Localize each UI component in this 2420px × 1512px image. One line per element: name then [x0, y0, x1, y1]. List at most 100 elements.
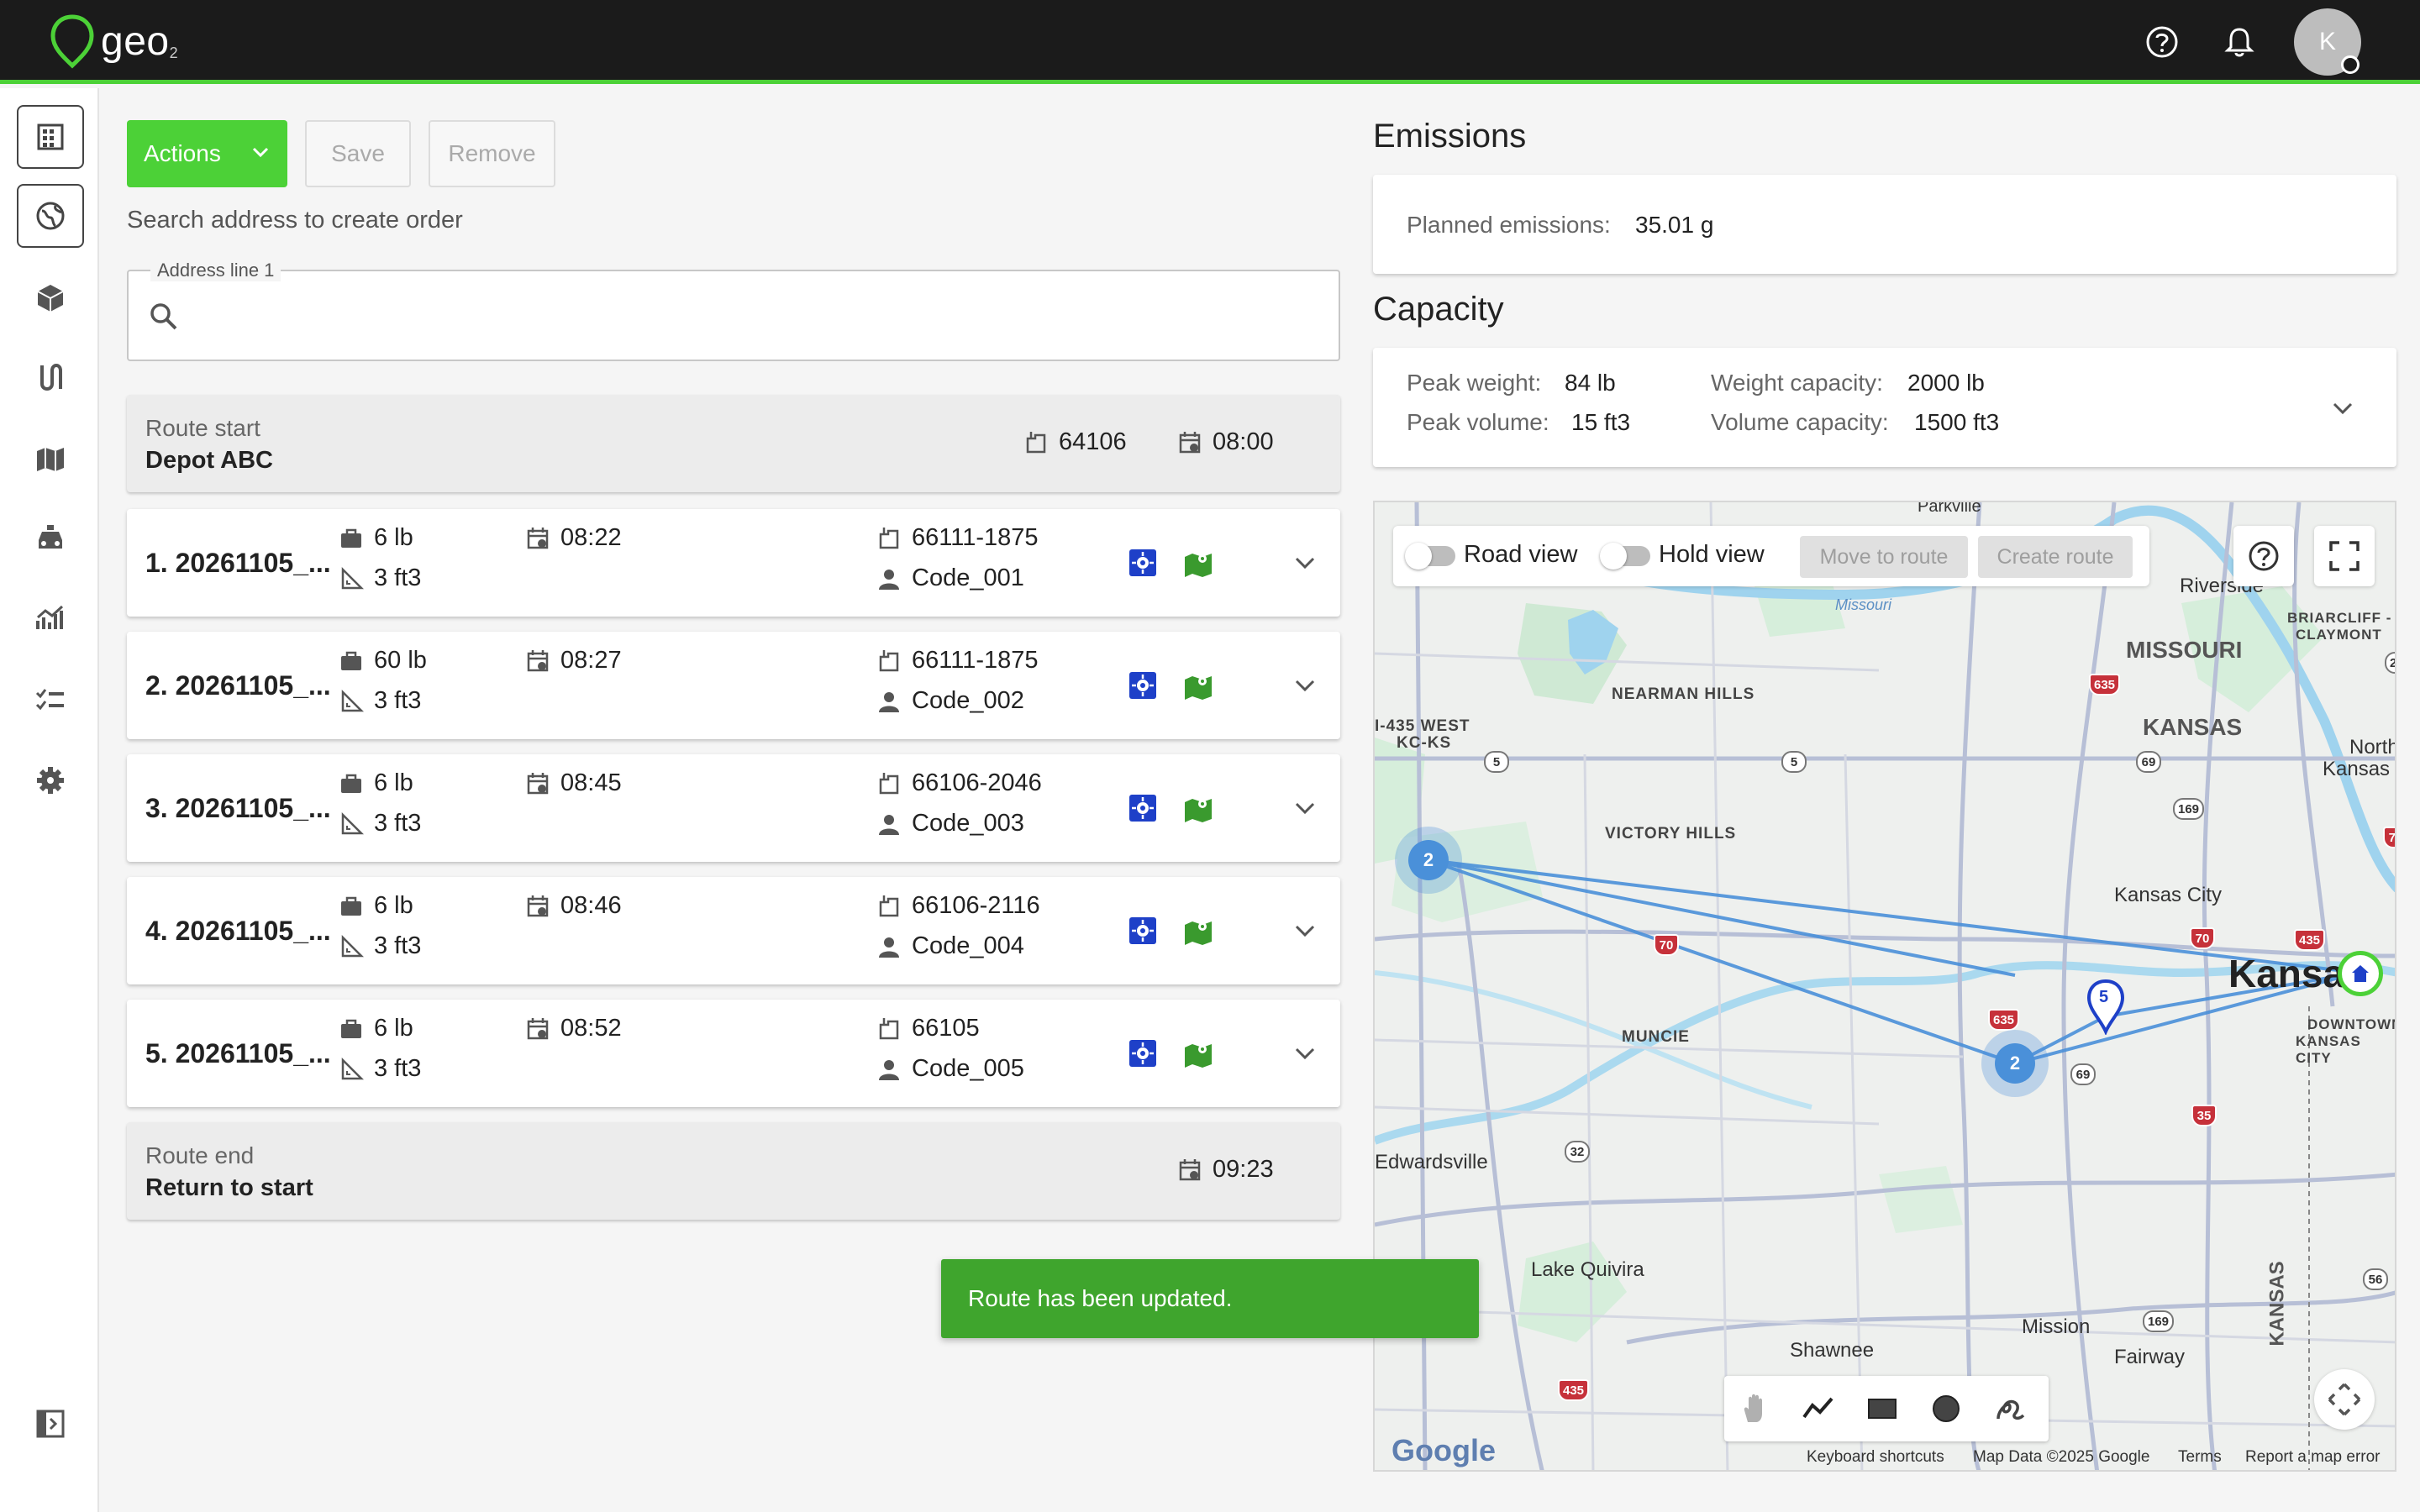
chevron-down-icon[interactable]: [1290, 793, 1320, 823]
road-view-label: Road view: [1464, 541, 1578, 568]
stop-time: 08:45: [525, 769, 622, 797]
person-icon: [879, 814, 899, 835]
freehand-draw-icon[interactable]: [1993, 1392, 2027, 1425]
stop-zip: 66111-1875: [876, 524, 1039, 552]
locate-order-icon[interactable]: [1127, 915, 1159, 947]
locate-order-icon[interactable]: [1127, 669, 1159, 701]
stop-title: 5. 20261105_...: [145, 1038, 331, 1068]
logo-sub: 2: [169, 44, 178, 61]
toast-message: Route has been updated.: [968, 1285, 1233, 1311]
polyline-draw-icon[interactable]: [1802, 1392, 1835, 1425]
map-help-button[interactable]: [2233, 526, 2294, 586]
pan-hand-icon[interactable]: [1738, 1392, 1771, 1425]
map-pin-icon[interactable]: [1182, 792, 1214, 824]
chevron-down-icon[interactable]: [1290, 1038, 1320, 1068]
highway-shield: 5: [1484, 751, 1509, 773]
sidebar-item-map[interactable]: [17, 426, 84, 490]
actions-button[interactable]: Actions: [127, 120, 287, 187]
sidebar-item-orders[interactable]: [17, 266, 84, 330]
chevron-down-icon[interactable]: [2328, 393, 2358, 423]
save-button[interactable]: Save: [305, 120, 411, 187]
address-input[interactable]: [196, 291, 1313, 339]
sidebar-collapse-button[interactable]: [17, 1392, 84, 1456]
route-start-card: Route start Depot ABC 64106 08:00: [127, 395, 1340, 492]
locate-order-icon[interactable]: [1127, 1037, 1159, 1069]
top-bar: geo 2 K: [0, 0, 2420, 84]
map-recenter-button[interactable]: [2314, 1369, 2375, 1430]
stop-card[interactable]: 3. 20261105_... 6 lb 3 ft3 08:45 66106-2…: [127, 754, 1340, 862]
chevron-down-icon[interactable]: [1290, 670, 1320, 701]
stop-weight-value: 6 lb: [374, 1015, 413, 1042]
stop-time: 08:46: [525, 892, 622, 920]
chevron-down-icon: [252, 147, 269, 158]
stop-code: Code_001: [876, 564, 1024, 592]
sidebar-item-vehicles[interactable]: [17, 507, 84, 570]
stop-time-value: 08:46: [560, 892, 622, 919]
cluster-marker-b[interactable]: 2: [1995, 1043, 2035, 1084]
hold-view-toggle[interactable]: [1600, 543, 1650, 570]
remove-button[interactable]: Remove: [429, 120, 555, 187]
stop-card[interactable]: 5. 20261105_... 6 lb 3 ft3 08:52 66105 C…: [127, 1000, 1340, 1107]
map-pin-icon[interactable]: [1182, 669, 1214, 701]
capacity-heading: Capacity: [1373, 291, 1504, 328]
map-label-kansas-city: Kansas City: [2114, 884, 2223, 906]
highway-shield: 169: [2143, 1310, 2175, 1332]
stop-card[interactable]: 1. 20261105_... 6 lb 3 ft3 08:22 66111-1…: [127, 509, 1340, 617]
logo-text: geo: [101, 18, 170, 64]
terms-link[interactable]: Terms: [2178, 1448, 2222, 1467]
move-to-route-button[interactable]: Move to route: [1800, 536, 1968, 578]
map-pin-icon[interactable]: [1182, 915, 1214, 947]
chevron-down-icon[interactable]: [1290, 916, 1320, 946]
highway-shield: 70: [1654, 934, 1679, 956]
highway-shield: 5: [1781, 751, 1807, 773]
building-icon: [37, 123, 64, 150]
stop-volume-value: 3 ft3: [374, 564, 422, 591]
stop-card[interactable]: 2. 20261105_... 60 lb 3 ft3 08:27 66111-…: [127, 632, 1340, 739]
locate-order-icon[interactable]: [1127, 547, 1159, 579]
chevron-down-icon[interactable]: [1290, 548, 1320, 578]
notification-bell-icon[interactable]: [2221, 24, 2258, 60]
map-pin-icon[interactable]: [1182, 547, 1214, 579]
hold-view-label: Hold view: [1659, 541, 1765, 568]
app-logo[interactable]: geo 2: [49, 12, 178, 71]
route-end-card: Route end Return to start 09:23: [127, 1122, 1340, 1220]
stop-zip-value: 66106-2116: [912, 892, 1040, 919]
planned-emissions-label: Planned emissions:: [1407, 212, 1611, 238]
keyboard-shortcuts-link[interactable]: Keyboard shortcuts: [1807, 1448, 1944, 1467]
map-label-north-kansas-2: Kansas: [2323, 758, 2391, 780]
map-label-lake-quivira: Lake Quivira: [1531, 1258, 1644, 1281]
calendar-clock-icon: [527, 649, 549, 671]
route-map[interactable]: Parkville Riverside BRIARCLIFF - CLAYMON…: [1373, 501, 2396, 1472]
ruler-triangle-icon: [341, 689, 364, 711]
sidebar-item-tasks[interactable]: [17, 668, 84, 732]
gear-icon: [37, 767, 64, 794]
sidebar-item-globe[interactable]: [17, 184, 84, 248]
rectangle-draw-icon[interactable]: [1865, 1392, 1899, 1425]
map-fullscreen-button[interactable]: [2314, 526, 2375, 586]
circle-draw-icon[interactable]: [1929, 1392, 1963, 1425]
address-field[interactable]: Address line 1: [127, 260, 1340, 361]
briefcase-icon: [341, 896, 361, 916]
highway-shield: 435: [1558, 1379, 1590, 1401]
stop-weight: 6 lb: [339, 524, 413, 552]
locate-order-icon[interactable]: [1127, 792, 1159, 824]
stop-card[interactable]: 4. 20261105_... 6 lb 3 ft3 08:46 66106-2…: [127, 877, 1340, 984]
map-label-edwardsville: Edwardsville: [1375, 1151, 1488, 1173]
create-route-button[interactable]: Create route: [1978, 536, 2133, 578]
stop-volume: 3 ft3: [339, 687, 421, 715]
capacity-panel[interactable]: Peak weight: 84 lb Peak volume: 15 ft3 W…: [1373, 348, 2396, 467]
help-icon[interactable]: [2144, 24, 2181, 60]
report-error-link[interactable]: Report a map error: [2245, 1448, 2381, 1467]
sidebar-item-settings[interactable]: [17, 748, 84, 812]
sidebar-item-company[interactable]: [17, 105, 84, 169]
stop-weight-value: 60 lb: [374, 647, 427, 674]
depot-marker[interactable]: [2338, 951, 2383, 996]
road-view-toggle[interactable]: [1405, 543, 1455, 570]
sidebar-item-analytics[interactable]: [17, 587, 84, 651]
route-start-time: 08:00: [1177, 428, 1274, 456]
cluster-marker-a[interactable]: 2: [1408, 840, 1449, 880]
map-pin-icon[interactable]: [1182, 1037, 1214, 1069]
person-icon: [879, 691, 899, 712]
sidebar-item-routes[interactable]: [17, 345, 84, 409]
map-label-nearman-hills: NEARMAN HILLS: [1612, 685, 1755, 703]
